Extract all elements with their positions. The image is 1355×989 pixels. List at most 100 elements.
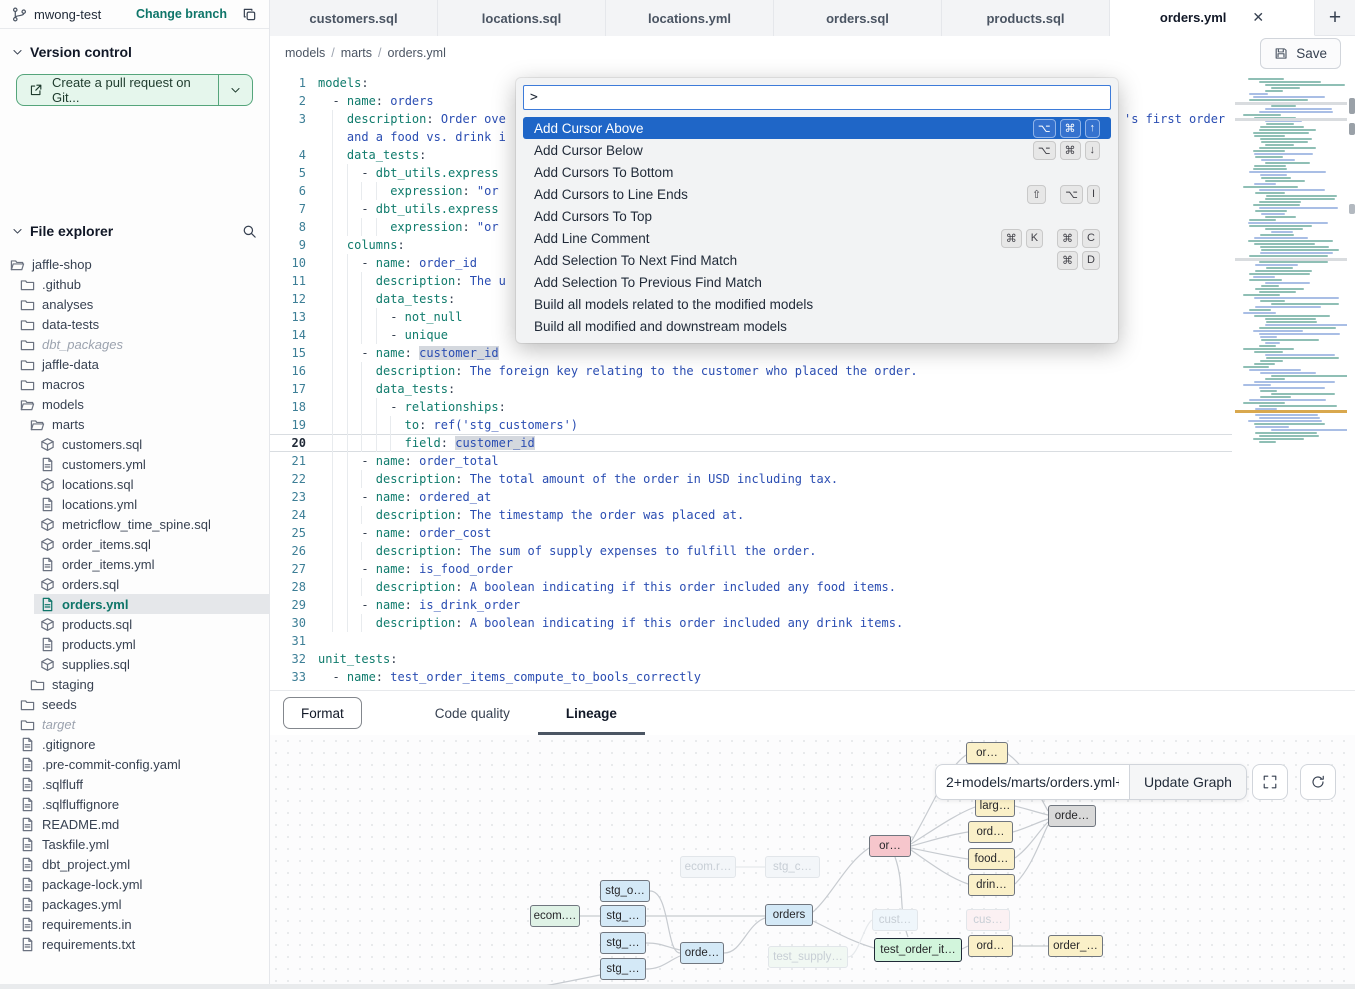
- breadcrumb-marts[interactable]: marts: [341, 46, 372, 60]
- create-pr-dropdown[interactable]: [218, 75, 252, 105]
- file-tree-item[interactable]: metricflow_time_spine.sql: [0, 514, 269, 534]
- palette-item[interactable]: Add Selection To Next Find Match⌘D: [523, 249, 1111, 271]
- bottom-tab-lineage[interactable]: Lineage: [538, 691, 645, 735]
- file-tree-label: README.md: [42, 817, 119, 832]
- lineage-node[interactable]: food…: [968, 848, 1015, 870]
- palette-item[interactable]: Add Cursor Above⌥⌘↑: [523, 117, 1111, 139]
- lineage-selector-input[interactable]: [935, 764, 1129, 800]
- file-tree-item[interactable]: customers.yml: [0, 454, 269, 474]
- file-tree-item[interactable]: analyses: [0, 294, 269, 314]
- file-tree-item[interactable]: .gitignore: [0, 734, 269, 754]
- file-tree-item[interactable]: README.md: [0, 814, 269, 834]
- change-branch-link[interactable]: Change branch: [136, 7, 227, 21]
- tab-customers.sql[interactable]: customers.sql: [270, 0, 438, 36]
- tab-orders.yml[interactable]: orders.yml✕: [1110, 0, 1315, 36]
- search-icon[interactable]: [242, 224, 257, 239]
- file-tree-item[interactable]: .sqlfluffignore: [0, 794, 269, 814]
- file-tree-item[interactable]: package-lock.yml: [0, 874, 269, 894]
- lineage-canvas[interactable]: or…larg…ord…food…drin…or…orde…ecom.…stg_…: [270, 735, 1355, 985]
- lineage-node[interactable]: stg_…: [600, 958, 646, 980]
- lineage-node[interactable]: ecom.r…: [680, 856, 736, 878]
- command-palette-input[interactable]: [523, 85, 1111, 110]
- palette-item[interactable]: Add Cursors to Line Ends⇧⌥I: [523, 183, 1111, 205]
- file-tree-item[interactable]: locations.sql: [0, 474, 269, 494]
- file-tree-item[interactable]: products.yml: [0, 634, 269, 654]
- file-tree-item[interactable]: target: [0, 714, 269, 734]
- fullscreen-button[interactable]: [1252, 764, 1288, 800]
- editor-minimap[interactable]: [1235, 78, 1347, 530]
- lineage-node[interactable]: stg_…: [600, 932, 646, 954]
- lineage-node[interactable]: ecom.…: [530, 905, 580, 927]
- file-tree-item[interactable]: dbt_packages: [0, 334, 269, 354]
- lineage-node[interactable]: drin…: [968, 874, 1015, 896]
- copy-icon[interactable]: [242, 7, 257, 22]
- file-tree-item[interactable]: order_items.yml: [0, 554, 269, 574]
- file-tree-item[interactable]: jaffle-shop: [0, 254, 269, 274]
- version-control-header[interactable]: Version control: [0, 29, 269, 69]
- file-tree-item[interactable]: jaffle-data: [0, 354, 269, 374]
- file-icon: [20, 937, 35, 952]
- lineage-node[interactable]: cus…: [966, 909, 1010, 931]
- file-tree-item[interactable]: dbt_project.yml: [0, 854, 269, 874]
- lineage-node[interactable]: stg_…: [600, 905, 646, 927]
- update-graph-button[interactable]: Update Graph: [1129, 764, 1247, 800]
- file-tree-item[interactable]: locations.yml: [0, 494, 269, 514]
- lineage-node[interactable]: or…: [869, 835, 911, 857]
- file-tree-item[interactable]: marts: [0, 414, 269, 434]
- lineage-node[interactable]: or…: [966, 742, 1008, 764]
- file-tree-item[interactable]: packages.yml: [0, 894, 269, 914]
- file-tree-item[interactable]: Taskfile.yml: [0, 834, 269, 854]
- palette-item[interactable]: Build all modified and downstream models: [523, 315, 1111, 337]
- file-tree-item[interactable]: customers.sql: [0, 434, 269, 454]
- create-pr-button[interactable]: Create a pull request on Git...: [17, 75, 218, 105]
- refresh-button[interactable]: [1300, 764, 1336, 800]
- file-tree-item[interactable]: order_items.sql: [0, 534, 269, 554]
- file-tree-item[interactable]: macros: [0, 374, 269, 394]
- tab-orders.sql[interactable]: orders.sql: [774, 0, 942, 36]
- file-tree-item[interactable]: requirements.in: [0, 914, 269, 934]
- lineage-node[interactable]: test_order_it…: [874, 938, 962, 962]
- file-tree-item[interactable]: .sqlfluff: [0, 774, 269, 794]
- file-tree-item[interactable]: models: [0, 394, 269, 414]
- file-tree-item[interactable]: .pre-commit-config.yaml: [0, 754, 269, 774]
- breadcrumb-file[interactable]: orders.yml: [388, 46, 446, 60]
- file-tree-item[interactable]: staging: [0, 674, 269, 694]
- lineage-node[interactable]: stg_c…: [765, 856, 820, 878]
- tab-locations.yml[interactable]: locations.yml: [606, 0, 774, 36]
- folder-icon: [20, 377, 35, 392]
- file-tree-item[interactable]: orders.yml: [0, 594, 269, 614]
- file-tree-item[interactable]: products.sql: [0, 614, 269, 634]
- file-tree-item[interactable]: .github: [0, 274, 269, 294]
- add-tab-button[interactable]: +: [1315, 0, 1355, 35]
- palette-item[interactable]: Add Cursor Below⌥⌘↓: [523, 139, 1111, 161]
- lineage-node[interactable]: ord…: [968, 935, 1013, 957]
- format-button[interactable]: Format: [283, 697, 362, 729]
- file-tree-item[interactable]: seeds: [0, 694, 269, 714]
- lineage-node[interactable]: orders: [765, 904, 813, 926]
- breadcrumb-models[interactable]: models: [285, 46, 325, 60]
- file-tree-item[interactable]: data-tests: [0, 314, 269, 334]
- palette-item[interactable]: Add Selection To Previous Find Match: [523, 271, 1111, 293]
- bottom-tab-code-quality[interactable]: Code quality: [407, 691, 538, 735]
- tab-products.sql[interactable]: products.sql: [942, 0, 1110, 36]
- lineage-node[interactable]: cust…: [872, 909, 918, 931]
- file-tree-item[interactable]: supplies.sql: [0, 654, 269, 674]
- lineage-node[interactable]: test_supply…: [768, 946, 848, 968]
- palette-item[interactable]: Add Cursors To Top: [523, 205, 1111, 227]
- file-explorer-header[interactable]: File explorer: [0, 208, 269, 248]
- lineage-node[interactable]: orde…: [680, 942, 724, 964]
- palette-item[interactable]: Build all models related to the modified…: [523, 293, 1111, 315]
- close-icon[interactable]: ✕: [1252, 9, 1264, 26]
- file-tree-item[interactable]: orders.sql: [0, 574, 269, 594]
- tab-locations.sql[interactable]: locations.sql: [438, 0, 606, 36]
- lineage-node[interactable]: ord…: [968, 821, 1013, 843]
- line-number: 16: [270, 362, 306, 380]
- palette-item[interactable]: Add Line Comment⌘K⌘C: [523, 227, 1111, 249]
- key-badge: ⌥: [1033, 141, 1056, 160]
- lineage-node[interactable]: stg_o…: [600, 880, 650, 902]
- palette-item[interactable]: Add Cursors To Bottom: [523, 161, 1111, 183]
- lineage-node[interactable]: order_…: [1048, 935, 1103, 957]
- save-button[interactable]: Save: [1260, 38, 1341, 69]
- lineage-node[interactable]: orde…: [1048, 805, 1096, 827]
- file-tree-item[interactable]: requirements.txt: [0, 934, 269, 954]
